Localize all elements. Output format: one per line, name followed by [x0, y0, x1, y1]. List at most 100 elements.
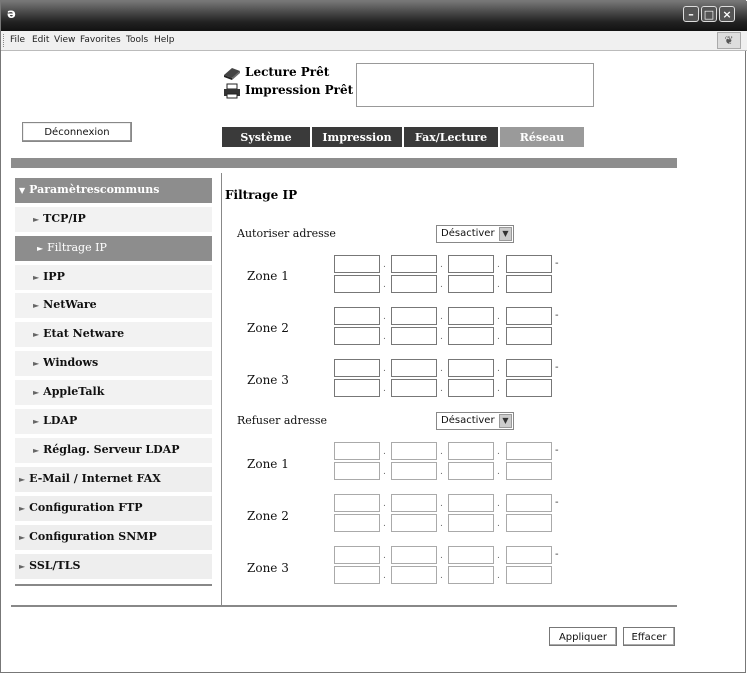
- sidebar-item-ftp[interactable]: ► Configuration FTP: [15, 496, 212, 522]
- allow-zone-3-start-octet-2[interactable]: [391, 359, 437, 377]
- sidebar-item-ssl-tls[interactable]: ► SSL/TLS: [15, 554, 212, 580]
- tab-systeme[interactable]: Système: [221, 126, 311, 148]
- deny-zone-2-start-octet-4[interactable]: [506, 494, 552, 512]
- menu-view[interactable]: View: [54, 35, 75, 45]
- allow-zone-1-end-octet-4[interactable]: [506, 275, 552, 293]
- deny-zone-1-start-octet-4[interactable]: [506, 442, 552, 460]
- maximize-icon[interactable]: □: [701, 6, 717, 22]
- deny-zone-2-end-octet-2[interactable]: [391, 514, 437, 532]
- deny-zone-3-end-octet-1[interactable]: [334, 566, 380, 584]
- menu-tools[interactable]: Tools: [126, 35, 148, 45]
- triangle-right-icon: ►: [19, 561, 26, 571]
- allow-zone-2-end-octet-3[interactable]: [448, 327, 494, 345]
- menu-file[interactable]: File: [10, 35, 25, 45]
- logout-button[interactable]: Déconnexion: [22, 122, 132, 142]
- deny-zone-3-start-octet-2[interactable]: [391, 546, 437, 564]
- allow-zone-1-start-octet-4[interactable]: [506, 255, 552, 273]
- deny-zone-1-start-octet-1[interactable]: [334, 442, 380, 460]
- deny-zone-3-end-octet-4[interactable]: [506, 566, 552, 584]
- allow-zone-2-start-octet-1[interactable]: [334, 307, 380, 325]
- menu-favorites[interactable]: Favorites: [80, 35, 121, 45]
- deny-zone-1-start-octet-3[interactable]: [448, 442, 494, 460]
- deny-zone-3-start-octet-1[interactable]: [334, 546, 380, 564]
- allow-zone-1-end-octet-3[interactable]: [448, 275, 494, 293]
- deny-zone-3-end-octet-2[interactable]: [391, 566, 437, 584]
- allow-zone-2-end-octet-2[interactable]: [391, 327, 437, 345]
- sidebar-item-snmp[interactable]: ► Configuration SNMP: [15, 525, 212, 551]
- allow-zone-3-end-octet-3[interactable]: [448, 379, 494, 397]
- sidebar-item-label: NetWare: [43, 298, 97, 311]
- deny-zone-2-start-octet-2[interactable]: [391, 494, 437, 512]
- deny-address-label: Refuser adresse: [237, 414, 328, 427]
- deny-zone-2-start-octet-1[interactable]: [334, 494, 380, 512]
- allow-zone-3-end-octet-2[interactable]: [391, 379, 437, 397]
- menu-help[interactable]: Help: [154, 35, 175, 45]
- deny-zone-1-end-octet-3[interactable]: [448, 462, 494, 480]
- allow-zone-1-start-octet-3[interactable]: [448, 255, 494, 273]
- allow-zone-1-end-octet-2[interactable]: [391, 275, 437, 293]
- deny-zone-1-end-octet-1[interactable]: [334, 462, 380, 480]
- sidebar-item-tcpip[interactable]: ► TCP/IP: [15, 207, 212, 233]
- sidebar-item-email-fax[interactable]: ► E-Mail / Internet FAX: [15, 467, 212, 493]
- page-title: Filtrage IP: [225, 188, 298, 202]
- octet-separator: .: [497, 571, 500, 581]
- tab-fax-lecture[interactable]: Fax/Lecture: [403, 126, 499, 148]
- deny-address-select[interactable]: Désactiver ▼: [436, 412, 514, 430]
- allow-zone-3-start-octet-3[interactable]: [448, 359, 494, 377]
- deny-zone-2-start-octet-3[interactable]: [448, 494, 494, 512]
- deny-zone-1-start-octet-2[interactable]: [391, 442, 437, 460]
- sidebar-item-ldap[interactable]: ► LDAP: [15, 409, 212, 435]
- deny-zone-3-end-octet-3[interactable]: [448, 566, 494, 584]
- close-icon[interactable]: ×: [719, 6, 735, 22]
- triangle-right-icon: ►: [33, 387, 40, 397]
- sidebar-item-windows[interactable]: ► Windows: [15, 351, 212, 377]
- minimize-icon[interactable]: –: [683, 6, 699, 22]
- range-separator: -: [555, 445, 559, 456]
- allow-address-select[interactable]: Désactiver ▼: [436, 225, 514, 243]
- sidebar-item-etat-netware[interactable]: ► Etat Netware: [15, 322, 212, 348]
- title-bar: ə – □ ×: [1, 1, 747, 31]
- octet-separator: .: [383, 364, 386, 374]
- allow-zone-3-end-octet-1[interactable]: [334, 379, 380, 397]
- allow-zone-3-start-octet-1[interactable]: [334, 359, 380, 377]
- deny-zone-1-end-octet-2[interactable]: [391, 462, 437, 480]
- octet-separator: .: [440, 364, 443, 374]
- sidebar-item-serveur-ldap[interactable]: ► Réglag. Serveur LDAP: [15, 438, 212, 464]
- sidebar-item-parametres-communs[interactable]: ▼ Paramètrescommuns: [15, 178, 212, 204]
- deny-zone-2-end-octet-3[interactable]: [448, 514, 494, 532]
- sidebar-item-netware[interactable]: ► NetWare: [15, 293, 212, 319]
- deny-zone-3-start-octet-3[interactable]: [448, 546, 494, 564]
- triangle-right-icon: ►: [33, 300, 40, 310]
- triangle-right-icon: ►: [19, 474, 26, 484]
- allow-zone-1-end-octet-1[interactable]: [334, 275, 380, 293]
- deny-zone-2-end-octet-4[interactable]: [506, 514, 552, 532]
- deny-zone-3-start-octet-4[interactable]: [506, 546, 552, 564]
- allow-zone-1-start-octet-2[interactable]: [391, 255, 437, 273]
- deny-zone-2-end-octet-1[interactable]: [334, 514, 380, 532]
- deny-zone-1-end-octet-4[interactable]: [506, 462, 552, 480]
- octet-separator: .: [440, 312, 443, 322]
- octet-separator: .: [497, 467, 500, 477]
- apply-button[interactable]: Appliquer: [549, 627, 617, 646]
- allow-zone-2-end-octet-1[interactable]: [334, 327, 380, 345]
- sidebar-item-ipp[interactable]: ► IPP: [15, 265, 212, 291]
- tab-impression[interactable]: Impression: [311, 126, 403, 148]
- sidebar-item-label: Configuration SNMP: [29, 530, 157, 543]
- tab-reseau[interactable]: Réseau: [499, 126, 585, 148]
- octet-separator: .: [383, 280, 386, 290]
- sidebar-item-filtrage-ip[interactable]: ► Filtrage IP: [15, 236, 212, 262]
- clear-button[interactable]: Effacer: [623, 627, 675, 646]
- sidebar-item-appletalk[interactable]: ► AppleTalk: [15, 380, 212, 406]
- allow-zone-1-start-octet-1[interactable]: [334, 255, 380, 273]
- allow-zone-2-start-octet-4[interactable]: [506, 307, 552, 325]
- octet-separator: .: [440, 260, 443, 270]
- menu-edit[interactable]: Edit: [32, 35, 49, 45]
- allow-zone-2-start-octet-3[interactable]: [448, 307, 494, 325]
- octet-separator: .: [440, 571, 443, 581]
- allow-zone-2-start-octet-2[interactable]: [391, 307, 437, 325]
- allow-zone-3-end-octet-4[interactable]: [506, 379, 552, 397]
- range-separator: -: [555, 310, 559, 321]
- footer-divider: [11, 605, 677, 607]
- allow-zone-3-start-octet-4[interactable]: [506, 359, 552, 377]
- allow-zone-2-end-octet-4[interactable]: [506, 327, 552, 345]
